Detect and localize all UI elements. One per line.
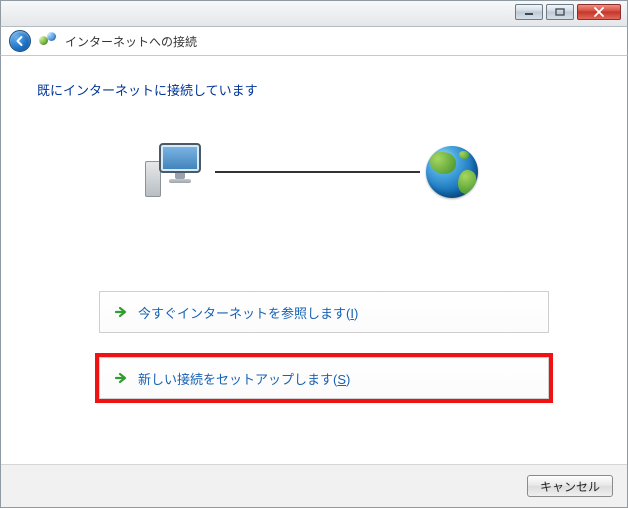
cancel-button[interactable]: キャンセル [527,475,613,497]
setup-new-connection-option[interactable]: 新しい接続をセットアップします(S) [99,357,549,399]
arrow-right-icon [114,305,128,319]
arrow-right-icon [114,371,128,385]
arrow-left-icon [14,35,26,47]
option-label: 今すぐインターネットを参照します(I) [138,303,358,322]
globe-icon [426,146,478,198]
back-button[interactable] [9,30,31,52]
wizard-body: 既にインターネットに接続しています 今すぐインターネットを参照します(I) [0,56,628,508]
maximize-button[interactable] [546,4,574,20]
minimize-button[interactable] [515,4,543,20]
close-button[interactable] [577,4,621,20]
browse-internet-option[interactable]: 今すぐインターネットを参照します(I) [99,291,549,333]
options-list: 今すぐインターネットを参照します(I) 新しい接続をセットアップします(S) [99,291,549,399]
option-label: 新しい接続をセットアップします(S) [138,369,350,388]
window-title: インターネットへの接続 [65,33,197,50]
wizard-footer: キャンセル [1,464,627,507]
computer-icon [151,143,209,201]
connection-line-icon [215,171,420,173]
status-message: 既にインターネットに接続しています [37,80,591,99]
wizard-header: インターネットへの接続 [0,27,628,56]
connection-illustration [37,143,591,201]
window-titlebar [0,0,628,27]
app-icon [39,32,57,50]
